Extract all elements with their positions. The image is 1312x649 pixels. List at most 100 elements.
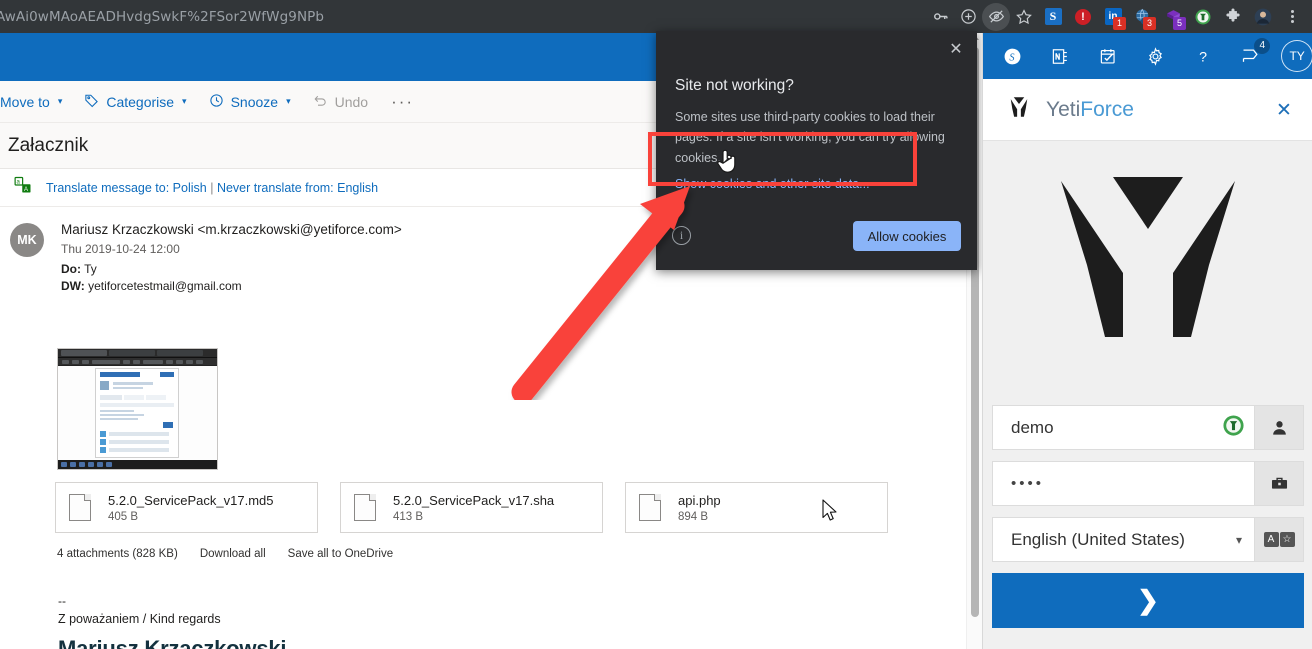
cc-line: DW: yetiforcetestmail@gmail.com (61, 278, 402, 295)
undo-label: Undo (334, 93, 369, 110)
screenshot-root: AwAi0wMAoAEADHvdgSwkF%2FSor2WfWg9NPb S !… (0, 0, 1312, 649)
attachment-card[interactable]: 5.2.0_ServicePack_v17.md5 405 B (55, 482, 318, 533)
brand-force: Force (1080, 97, 1134, 121)
yetiforce-extension-icon[interactable] (1188, 3, 1218, 31)
categorise-button[interactable]: Categorise ▾ (73, 81, 197, 123)
browser-menu-icon[interactable] (1278, 3, 1306, 31)
notifications-icon[interactable]: 4 (1228, 33, 1276, 79)
tasks-icon[interactable] (1084, 33, 1132, 79)
password-input[interactable]: •••• (992, 461, 1254, 506)
clock-icon (209, 93, 224, 111)
language-select[interactable]: English (United States) ▾ (992, 517, 1254, 562)
translate-links: Translate message to: Polish | Never tra… (46, 181, 378, 195)
yetiforce-logo-area (983, 141, 1312, 396)
signature-regards: Z poważaniem / Kind regards (58, 612, 221, 626)
browser-address-bar: AwAi0wMAoAEADHvdgSwkF%2FSor2WfWg9NPb S !… (0, 0, 1312, 33)
message-subject: Załacznik (8, 134, 89, 156)
to-label: Do: (61, 262, 81, 277)
globe-badge: 3 (1143, 16, 1156, 30)
svg-text:S: S (1010, 52, 1015, 63)
alert-extension-icon[interactable]: ! (1068, 3, 1098, 31)
cc-value: yetiforcetestmail@gmail.com (88, 278, 242, 293)
sender-line[interactable]: Mariusz Krzaczkowski <m.krzaczkowski@yet… (61, 221, 402, 240)
settings-gear-icon[interactable] (1132, 33, 1180, 79)
lang-letter-star: ☆ (1279, 532, 1295, 547)
attachment-card[interactable]: api.php 894 B (625, 482, 888, 533)
profile-avatar-icon[interactable] (1248, 3, 1278, 31)
signature-name: Mariusz Krzaczkowski (58, 636, 287, 649)
linkedin-extension-icon[interactable]: in 1 (1098, 3, 1128, 31)
more-commands-button[interactable]: ··· (379, 92, 426, 112)
tag-icon (84, 93, 99, 111)
embedded-screenshot-image (57, 348, 218, 470)
language-value: English (United States) (1011, 529, 1185, 549)
attachment-actions: 4 attachments (828 KB) Download all Save… (57, 548, 393, 560)
show-cookies-link[interactable]: Show cookies and other site data... (675, 177, 870, 191)
attachment-name: 5.2.0_ServicePack_v17.sha (393, 493, 555, 509)
yetiforce-small-logo-icon (1004, 92, 1034, 127)
sender-avatar: MK (10, 223, 44, 257)
browser-toolbar-icons: S ! in 1 3 (926, 0, 1312, 33)
cookie-blocked-eye-icon[interactable] (982, 2, 1010, 31)
login-submit-button[interactable]: ❯ (992, 573, 1304, 628)
never-translate-link[interactable]: Never translate from: English (217, 181, 378, 195)
attachment-name: api.php (678, 493, 721, 509)
linkedin-badge: 1 (1113, 16, 1126, 30)
signature-dashes: -- (58, 594, 66, 608)
close-panel-icon[interactable]: ✕ (1273, 99, 1295, 121)
cc-label: DW: (61, 278, 85, 293)
snooze-button[interactable]: Snooze ▾ (198, 81, 302, 123)
password-value: •••• (1011, 475, 1045, 492)
globe-extension-icon[interactable]: 3 (1128, 3, 1158, 31)
message-date: Thu 2019-10-24 12:00 (61, 241, 180, 256)
user-addon-icon (1254, 405, 1304, 450)
popup-title: Site not working? (675, 77, 794, 94)
skype-icon[interactable]: S (989, 33, 1037, 79)
translate-icon: a A (14, 176, 32, 199)
move-to-button[interactable]: Move to ▾ (0, 81, 73, 123)
attachment-list: 5.2.0_ServicePack_v17.md5 405 B 5.2.0_Se… (55, 482, 888, 533)
puzzle-extensions-icon[interactable] (1218, 3, 1248, 31)
save-all-onedrive-link[interactable]: Save all to OneDrive (288, 548, 393, 560)
file-icon (354, 494, 376, 521)
translate-separator: | (210, 180, 214, 195)
attachment-size: 894 B (678, 510, 709, 523)
address-bar-url[interactable]: AwAi0wMAoAEADHvdgSwkF%2FSor2WfWg9NPb (0, 9, 324, 25)
password-key-icon[interactable] (926, 3, 954, 31)
svg-text:A: A (24, 187, 28, 193)
attachment-size: 405 B (108, 510, 139, 523)
chevron-down-icon: ▾ (182, 96, 187, 106)
yetiforce-login-form: demo •••• English (United States) ▾ A ☆ … (992, 405, 1304, 628)
download-all-link[interactable]: Download all (200, 548, 266, 560)
skype-extension-icon[interactable]: S (1038, 3, 1068, 31)
info-icon[interactable]: i (672, 226, 691, 245)
file-icon (639, 494, 661, 521)
brand-yeti: Yeti (1046, 97, 1081, 121)
yetiforce-panel-header: YetiForce ✕ (983, 79, 1312, 141)
password-field-row: •••• (992, 461, 1304, 506)
email-signature: -- Z poważaniem / Kind regards Mariusz K… (58, 594, 287, 649)
help-question-icon[interactable]: ? (1180, 33, 1228, 79)
bookmark-star-icon[interactable] (1010, 3, 1038, 31)
username-input[interactable]: demo (992, 405, 1254, 450)
translate-to-link[interactable]: Translate message to: Polish (46, 181, 207, 195)
password-manager-icon[interactable] (1222, 414, 1245, 442)
purple-badge: 5 (1173, 16, 1186, 30)
file-icon (69, 494, 91, 521)
user-avatar[interactable]: TY (1281, 40, 1312, 72)
attachment-size: 413 B (393, 510, 424, 523)
arrow-cursor (822, 499, 837, 521)
chevron-down-icon: ▾ (57, 96, 63, 106)
attachment-card[interactable]: 5.2.0_ServicePack_v17.sha 413 B (340, 482, 603, 533)
yetiforce-side-panel: S ? 4 TY YetiForce ✕ demo •••• English (… (982, 33, 1312, 649)
add-circle-icon[interactable] (954, 3, 982, 31)
allow-cookies-button[interactable]: Allow cookies (853, 221, 961, 251)
onenote-icon[interactable] (1037, 33, 1085, 79)
message-meta: Mariusz Krzaczkowski <m.krzaczkowski@yet… (61, 221, 402, 294)
undo-button[interactable]: Undo (302, 81, 379, 123)
username-field-row: demo (992, 405, 1304, 450)
purple-extension-icon[interactable]: 5 (1158, 3, 1188, 31)
yetiforce-logo-icon (1061, 176, 1235, 337)
move-to-label: Move to (0, 93, 50, 110)
close-icon[interactable]: ✕ (945, 39, 967, 61)
